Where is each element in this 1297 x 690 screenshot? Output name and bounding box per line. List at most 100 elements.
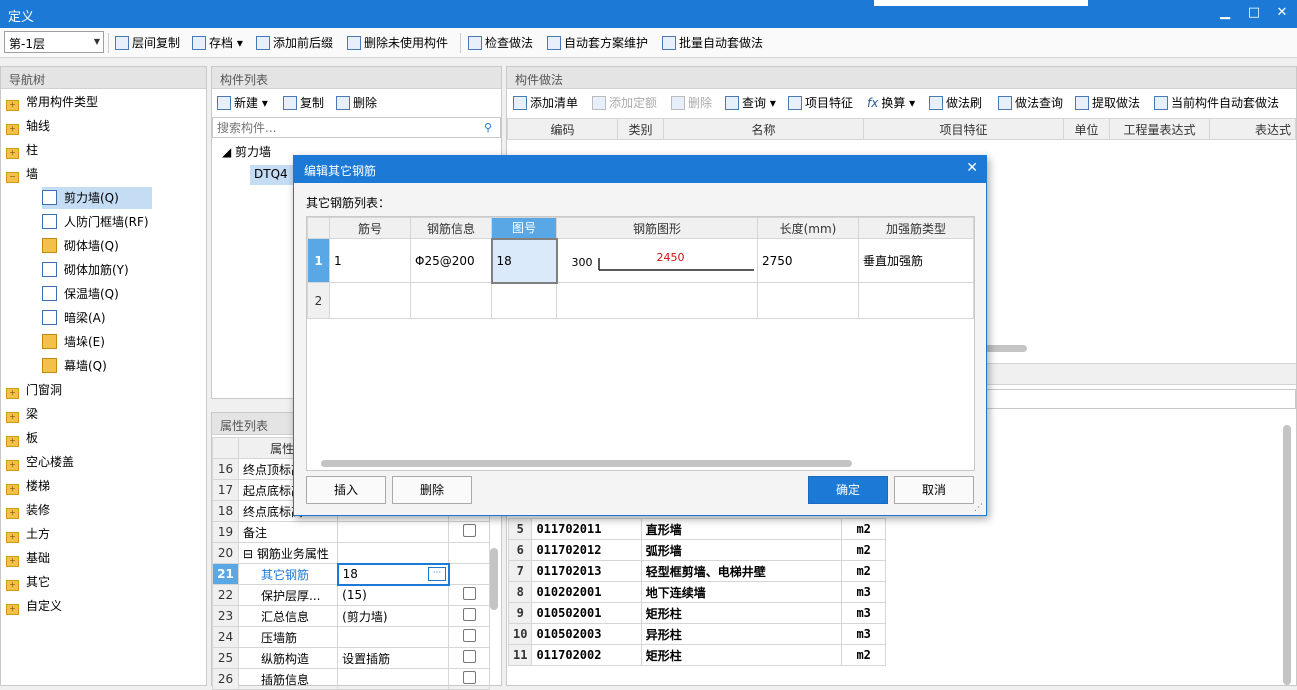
- property-row[interactable]: 24 压墙筋: [212, 626, 490, 648]
- table-row[interactable]: 7 011702013 轻型框剪墙、电梯井壁 m2: [507, 560, 886, 582]
- checkbox[interactable]: [462, 524, 476, 537]
- nav-item-column[interactable]: + 柱: [6, 139, 38, 161]
- minimize-button[interactable]: ▁: [1214, 4, 1236, 22]
- property-row[interactable]: 21 其它钢筋 18 ···: [212, 562, 490, 586]
- checkbox[interactable]: [462, 608, 476, 621]
- floor-select[interactable]: 第-1层 ▼: [4, 31, 104, 53]
- nav-item-common[interactable]: + 常用构件类型: [6, 91, 98, 113]
- nav-item-stairs[interactable]: + 楼梯: [6, 475, 50, 497]
- fig-no-cell[interactable]: [491, 282, 557, 319]
- table-row[interactable]: 10 010502003 异形柱 m3: [507, 623, 886, 645]
- batch-auto-button[interactable]: 批量自动套做法: [662, 34, 763, 52]
- properties-scrollbar[interactable]: [490, 548, 498, 610]
- rebar-h-scrollbar[interactable]: [321, 460, 852, 467]
- top-search-box[interactable]: [874, 0, 1088, 6]
- extract-method-button[interactable]: 提取做法: [1075, 94, 1140, 112]
- nav-item-masonry-wall[interactable]: 砌体墙(Q): [42, 235, 119, 257]
- check-method-button[interactable]: 检查做法: [468, 34, 533, 52]
- component-item-dtq4[interactable]: DTQ4: [250, 165, 295, 185]
- nav-item-other[interactable]: + 其它: [6, 571, 50, 593]
- prop-value[interactable]: (15): [337, 584, 450, 606]
- nav-item-decoration[interactable]: + 装修: [6, 499, 50, 521]
- nav-item-axis[interactable]: + 轴线: [6, 115, 50, 137]
- prop-value[interactable]: 18 ···: [336, 562, 450, 586]
- delete-component-button[interactable]: 删除: [336, 94, 377, 112]
- nav-item-insulation-wall[interactable]: 保温墙(Q): [42, 283, 119, 305]
- delete-unused-button[interactable]: 删除未使用构件: [347, 34, 448, 52]
- table-row[interactable]: 9 010502001 矩形柱 m3: [507, 602, 886, 624]
- prop-value[interactable]: [337, 521, 450, 543]
- lower-v-scrollbar[interactable]: [1283, 425, 1291, 685]
- maximize-button[interactable]: □: [1243, 4, 1265, 22]
- prop-value[interactable]: [337, 668, 450, 690]
- nav-item-shear-wall[interactable]: 剪力墙(Q): [42, 187, 152, 209]
- prop-value[interactable]: [337, 542, 450, 564]
- convert-button[interactable]: fx 换算 ▾: [867, 94, 915, 112]
- nav-item-wall[interactable]: − 墙: [6, 163, 38, 185]
- nav-item-pilaster[interactable]: 墙垛(E): [42, 331, 105, 353]
- nav-item-hidden-beam[interactable]: 暗梁(A): [42, 307, 106, 329]
- table-row[interactable]: 11 011702002 矩形柱 m2: [507, 644, 886, 666]
- fig-no-cell[interactable]: 18: [490, 237, 558, 284]
- reinforce-type-cell[interactable]: [858, 282, 974, 319]
- nav-item-custom[interactable]: + 自定义: [6, 595, 62, 617]
- query-button[interactable]: 查询 ▾: [725, 94, 776, 112]
- floor-copy-button[interactable]: 层间复制: [115, 34, 180, 52]
- checkbox[interactable]: [462, 587, 476, 600]
- checkbox[interactable]: [462, 671, 476, 684]
- reinforce-type-cell[interactable]: 垂直加强筋: [858, 238, 974, 283]
- add-list-button[interactable]: 添加清单: [513, 94, 578, 112]
- bar-no-cell[interactable]: [329, 282, 411, 319]
- bar-info-cell[interactable]: Φ25@200: [410, 238, 492, 283]
- nav-item-curtain-wall[interactable]: 幕墙(Q): [42, 355, 107, 377]
- prop-value[interactable]: (剪力墙): [337, 605, 450, 627]
- table-row[interactable]: 5 011702011 直形墙 m2: [507, 518, 886, 540]
- insert-button[interactable]: 插入: [306, 476, 386, 504]
- cancel-button[interactable]: 取消: [894, 476, 974, 504]
- ellipsis-button[interactable]: ···: [427, 566, 446, 581]
- item-feature-button[interactable]: 项目特征: [788, 94, 853, 112]
- nav-item-masonry-rebar[interactable]: 砌体加筋(Y): [42, 259, 129, 281]
- copy-component-button[interactable]: 复制: [283, 94, 324, 112]
- auto-scheme-button[interactable]: 自动套方案维护: [547, 34, 648, 52]
- property-row[interactable]: 25 纵筋构造 设置插筋: [212, 647, 490, 669]
- ok-button[interactable]: 确定: [808, 476, 888, 504]
- checkbox[interactable]: [462, 629, 476, 642]
- table-row[interactable]: 6 011702012 弧形墙 m2: [507, 539, 886, 561]
- close-icon[interactable]: ✕: [966, 160, 978, 176]
- property-row[interactable]: 20 ⊟ 钢筋业务属性: [212, 542, 490, 564]
- nav-item-foundation[interactable]: + 基础: [6, 547, 50, 569]
- property-row[interactable]: 23 汇总信息 (剪力墙): [212, 605, 490, 627]
- property-row[interactable]: 26 插筋信息: [212, 668, 490, 690]
- property-row[interactable]: 22 保护层厚... (15): [212, 584, 490, 606]
- nav-item-civil-defense-wall[interactable]: 人防门框墙(RF): [42, 211, 149, 233]
- bar-no-cell[interactable]: 1: [329, 238, 411, 283]
- length-cell[interactable]: 2750: [757, 238, 859, 283]
- close-window-button[interactable]: ✕: [1271, 4, 1293, 22]
- rebar-row[interactable]: 1 1 Φ25@200 18 300 2450 2750 垂直加强筋: [307, 237, 974, 284]
- property-row[interactable]: 19 备注: [212, 521, 490, 543]
- nav-item-earthwork[interactable]: + 土方: [6, 523, 50, 545]
- method-delete-button[interactable]: 删除: [671, 94, 712, 112]
- nav-item-slab[interactable]: + 板: [6, 427, 38, 449]
- collapse-icon[interactable]: ⊟: [243, 547, 257, 561]
- method-brush-button[interactable]: 做法刷: [929, 94, 982, 112]
- bar-info-cell[interactable]: [410, 282, 492, 319]
- length-cell[interactable]: [757, 282, 859, 319]
- nav-item-hollow-floor[interactable]: + 空心楼盖: [6, 451, 74, 473]
- auto-apply-button[interactable]: 当前构件自动套做法: [1154, 94, 1279, 112]
- nav-item-beam[interactable]: + 梁: [6, 403, 38, 425]
- prop-value[interactable]: 设置插筋: [337, 647, 450, 669]
- prop-value[interactable]: [337, 626, 450, 648]
- resize-grip-icon[interactable]: ⋰: [974, 503, 983, 513]
- rebar-row[interactable]: 2: [307, 282, 974, 319]
- table-row[interactable]: 8 010202001 地下连续墙 m3: [507, 581, 886, 603]
- component-search-input[interactable]: [212, 117, 501, 138]
- add-quota-button[interactable]: 添加定额: [592, 94, 657, 112]
- checkbox[interactable]: [462, 650, 476, 663]
- dialog-delete-button[interactable]: 删除: [392, 476, 472, 504]
- add-prefix-button[interactable]: 添加前后缀: [256, 34, 333, 52]
- new-component-button[interactable]: 新建 ▾: [217, 94, 268, 112]
- archive-button[interactable]: 存档 ▾: [192, 34, 243, 52]
- nav-item-door-window[interactable]: + 门窗洞: [6, 379, 62, 401]
